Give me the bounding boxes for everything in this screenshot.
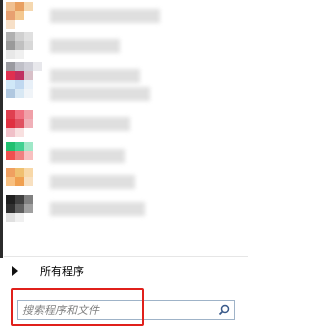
search-box[interactable] — [17, 300, 235, 320]
program-item[interactable] — [3, 110, 251, 137]
program-item[interactable] — [3, 2, 251, 29]
program-icon — [6, 168, 42, 195]
program-list — [3, 0, 251, 258]
program-label — [50, 116, 130, 131]
search-input[interactable] — [18, 302, 214, 318]
program-label — [50, 38, 120, 53]
program-item[interactable] — [3, 80, 251, 107]
program-icon — [6, 2, 42, 29]
program-label — [50, 8, 160, 23]
program-item[interactable] — [3, 32, 251, 59]
program-label — [50, 174, 135, 189]
menu-separator — [4, 256, 248, 257]
search-icon[interactable] — [218, 304, 230, 316]
program-item[interactable] — [3, 195, 251, 222]
program-item[interactable] — [3, 142, 251, 169]
program-label — [50, 86, 150, 101]
all-programs-item[interactable]: 所有程序 — [4, 260, 244, 282]
program-icon — [6, 110, 42, 137]
program-icon — [6, 195, 42, 222]
program-item[interactable] — [3, 168, 251, 195]
program-icon — [6, 142, 42, 169]
program-icon — [6, 32, 42, 59]
program-label — [50, 148, 125, 163]
program-label — [50, 201, 145, 216]
all-programs-label: 所有程序 — [40, 265, 84, 278]
arrow-right-icon — [12, 266, 18, 276]
program-icon — [6, 80, 42, 107]
